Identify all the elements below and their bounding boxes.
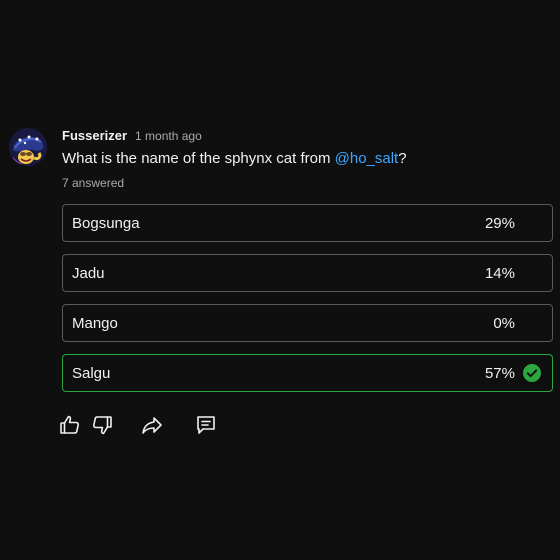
poll-option[interactable]: Bogsunga 29% xyxy=(62,204,553,242)
poll-option-percent: 14% xyxy=(484,265,515,282)
poll-option-percent: 0% xyxy=(493,315,515,332)
share-button[interactable] xyxy=(140,413,164,437)
mention-link[interactable]: @ho_salt xyxy=(335,150,399,167)
community-post: Fusserizer 1 month ago What is the name … xyxy=(0,0,560,560)
post-header: Fusserizer 1 month ago xyxy=(62,128,202,143)
author-name[interactable]: Fusserizer xyxy=(62,128,127,143)
question-suffix: ? xyxy=(398,150,407,167)
poll-option-correct[interactable]: Salgu 57% xyxy=(62,354,553,392)
poll-option-percent: 29% xyxy=(484,215,515,232)
thumbs-down-icon xyxy=(90,413,114,437)
like-button[interactable] xyxy=(58,413,82,437)
avatar-image xyxy=(9,128,47,166)
share-icon xyxy=(140,413,164,437)
dislike-button[interactable] xyxy=(90,413,114,437)
poll-question: What is the name of the sphynx cat from … xyxy=(62,150,407,167)
poll-option-label: Mango xyxy=(72,315,118,332)
check-circle-icon xyxy=(523,364,541,382)
poll-option-percent: 57% xyxy=(484,365,515,382)
poll-option-label: Jadu xyxy=(72,265,105,282)
comment-icon xyxy=(194,413,218,437)
answered-count: 7 answered xyxy=(62,176,125,190)
comment-button[interactable] xyxy=(194,413,218,437)
avatar[interactable] xyxy=(9,128,47,166)
poll-option-label: Salgu xyxy=(72,365,111,382)
thumbs-up-icon xyxy=(58,413,82,437)
post-timestamp[interactable]: 1 month ago xyxy=(135,129,202,143)
poll-options: Bogsunga 29% Jadu 14% Mango 0% Salgu 57% xyxy=(62,204,553,404)
poll-option-label: Bogsunga xyxy=(72,215,140,232)
poll-option[interactable]: Mango 0% xyxy=(62,304,553,342)
post-actions xyxy=(58,413,218,437)
poll-option[interactable]: Jadu 14% xyxy=(62,254,553,292)
question-text: What is the name of the sphynx cat from xyxy=(62,150,335,167)
